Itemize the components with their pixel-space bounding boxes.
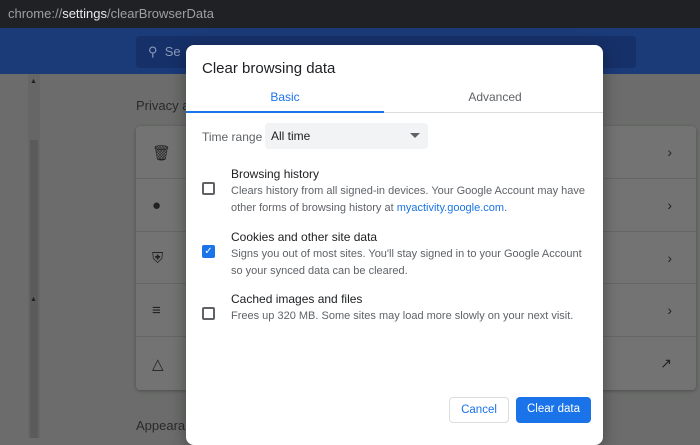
search-icon: ⚲ (148, 44, 158, 59)
scroll-arrow-icon[interactable]: ▲ (30, 296, 37, 303)
option-cached: Cached images and files Frees up 320 MB.… (202, 291, 592, 325)
option-desc: Clears history from all signed-in device… (231, 183, 592, 217)
option-title: Cookies and other site data (231, 230, 378, 244)
time-range-value: All time (271, 129, 311, 143)
option-desc: Frees up 320 MB. Some sites may load mor… (231, 310, 574, 322)
tab-bar: Basic Advanced (186, 81, 603, 113)
url-host: settings (62, 6, 107, 21)
time-range-select[interactable]: All time (265, 123, 428, 149)
chevron-right-icon: › (667, 249, 672, 266)
tab-advanced[interactable]: Advanced (396, 81, 594, 113)
myactivity-link[interactable]: myactivity.google.com (397, 202, 504, 214)
section-appearance: Appearan (136, 418, 193, 433)
dialog-title: Clear browsing data (202, 60, 336, 77)
option-desc: Signs you out of most sites. You'll stay… (231, 248, 582, 277)
browsing-history-checkbox[interactable] (202, 182, 215, 195)
section-privacy: Privacy a (136, 98, 190, 113)
tune-icon: ≡ (152, 302, 161, 320)
scroll-up-arrow-icon[interactable]: ▲ (30, 78, 37, 85)
cookie-icon: ● (152, 196, 162, 214)
cancel-button[interactable]: Cancel (449, 397, 509, 423)
address-bar[interactable]: chrome://settings/clearBrowserData (0, 0, 700, 28)
url-path: /clearBrowserData (107, 6, 214, 21)
time-range-label: Time range (202, 130, 263, 144)
option-cookies: ✓ Cookies and other site data Signs you … (202, 229, 592, 280)
option-title: Cached images and files (231, 292, 363, 306)
open-external-icon: ↗ (660, 355, 672, 372)
chevron-right-icon: › (667, 144, 672, 160)
shield-icon: ⛨ (152, 249, 164, 267)
trash-icon: 🗑 (152, 145, 172, 162)
chevron-right-icon: › (667, 196, 672, 213)
tab-basic[interactable]: Basic (186, 81, 384, 113)
chevron-right-icon: › (667, 302, 672, 319)
option-title: Browsing history (231, 167, 320, 181)
clear-browsing-data-dialog: Clear browsing data Basic Advanced Time … (186, 45, 603, 445)
search-placeholder: Se (164, 44, 181, 59)
option-browsing-history: Browsing history Clears history from all… (202, 166, 592, 217)
scrollbar-thumb[interactable] (30, 140, 38, 438)
desc-end: . (504, 202, 508, 214)
flask-icon: △ (152, 356, 164, 374)
cookies-checkbox[interactable]: ✓ (202, 245, 215, 258)
dropdown-arrow-icon (410, 133, 420, 138)
cached-checkbox[interactable] (202, 307, 215, 320)
clear-data-button[interactable]: Clear data (516, 397, 591, 423)
url-scheme: chrome:// (8, 6, 63, 21)
